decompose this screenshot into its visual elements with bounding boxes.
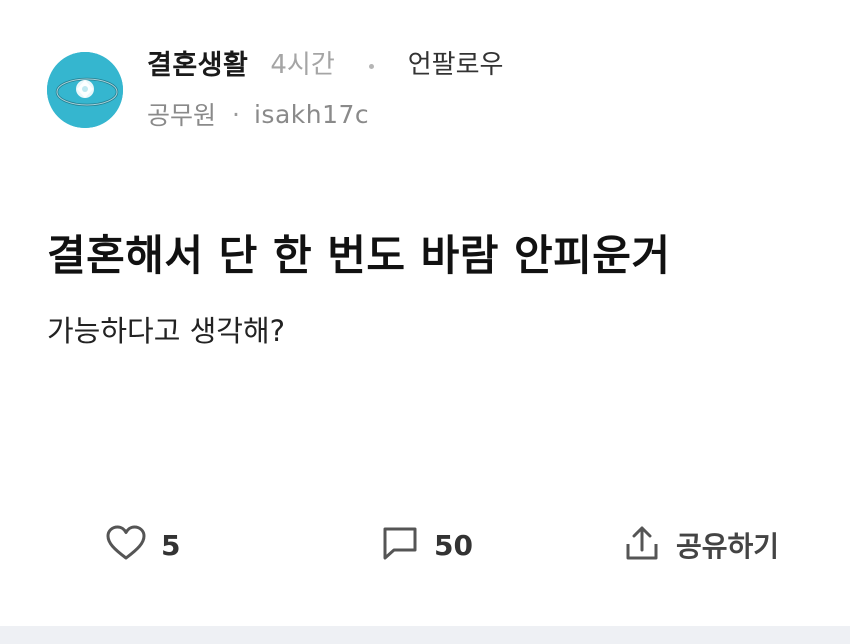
comment-count: 50 xyxy=(434,528,473,562)
author-info: 공무원 · isakh17c xyxy=(147,94,369,134)
bottom-divider xyxy=(0,626,850,644)
like-button[interactable]: 5 xyxy=(105,522,180,568)
comment-icon xyxy=(380,524,420,566)
unfollow-button[interactable]: 언팔로우 xyxy=(408,44,504,81)
share-icon xyxy=(622,523,662,567)
post-header-top: 결혼생활 4시간 언팔로우 xyxy=(147,42,503,82)
post-page: 결혼생활 4시간 언팔로우 공무원 · isakh17c 결혼해서 단 한 번도… xyxy=(0,0,850,644)
post-title: 결혼해서 단 한 번도 바람 안피운거 xyxy=(47,231,671,280)
like-count: 5 xyxy=(161,528,181,562)
post-body: 가능하다고 생각해? xyxy=(47,314,286,348)
board-name-link[interactable]: 결혼생활 xyxy=(147,43,248,82)
author-job: 공무원 xyxy=(147,101,217,130)
ring-photo-icon xyxy=(47,52,123,128)
dot-separator xyxy=(368,63,374,69)
author-avatar[interactable] xyxy=(47,52,123,128)
comment-button[interactable]: 50 xyxy=(380,522,473,568)
heart-icon xyxy=(105,524,147,566)
share-label: 공유하기 xyxy=(676,530,780,563)
share-button[interactable]: 공유하기 xyxy=(622,522,779,568)
post-time: 4시간 xyxy=(270,49,335,80)
author-separator: · xyxy=(232,99,240,129)
author-username[interactable]: isakh17c xyxy=(254,100,369,129)
